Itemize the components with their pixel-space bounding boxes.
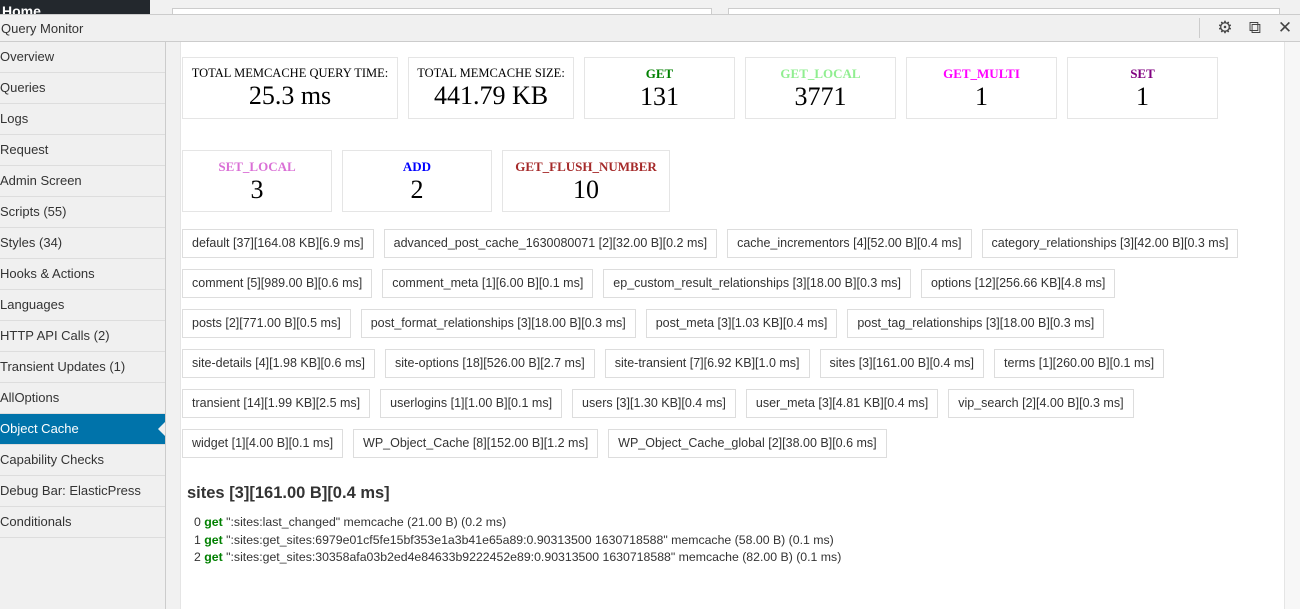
close-icon[interactable]: ✕ — [1270, 18, 1300, 38]
nav-item-debug-bar-elasticpress[interactable]: Debug Bar: ElasticPress — [0, 476, 165, 507]
detail-line: 1 get ":sites:get_sites:6979e01cf5fe15bf… — [182, 532, 1284, 550]
line-operation: get — [204, 532, 223, 547]
line-text: ":sites:last_changed" memcache (21.00 B)… — [226, 515, 507, 529]
cache-group-button[interactable]: WP_Object_Cache_global [2][38.00 B][0.6 … — [608, 429, 887, 458]
nav-item-conditionals[interactable]: Conditionals — [0, 507, 165, 538]
cache-group-button[interactable]: user_meta [3][4.81 KB][0.4 ms] — [745, 389, 939, 418]
line-index: 0 — [194, 515, 201, 529]
stat-box: Total Memcache Query Time: 25.3 ms — [182, 57, 398, 119]
detail-line: 0 get ":sites:last_changed" memcache (21… — [182, 514, 1284, 532]
line-index: 1 — [194, 532, 201, 547]
nav-item-overview[interactable]: Overview — [0, 42, 165, 73]
nav-item-queries[interactable]: Queries — [0, 73, 165, 104]
stat-value: 441.79 KB — [433, 81, 549, 110]
cache-group-button[interactable]: site-details [4][1.98 KB][0.6 ms] — [182, 349, 375, 378]
nav-item-logs[interactable]: Logs — [0, 104, 165, 135]
stat-box: SET 1 — [1067, 57, 1218, 119]
cache-group-button[interactable]: userlogins [1][1.00 B][0.1 ms] — [380, 389, 563, 418]
cache-group-button[interactable]: site-transient [7][6.92 KB][1.0 ms] — [604, 349, 810, 378]
stat-label: Total Memcache Query Time: — [191, 66, 389, 80]
cache-group-button[interactable]: post_tag_relationships [3][18.00 B][0.3 … — [847, 309, 1105, 338]
gear-icon[interactable]: ⚙ — [1210, 18, 1240, 38]
stat-label: SET — [1130, 66, 1155, 81]
stat-label: SET_LOCAL — [218, 159, 296, 174]
stat-value: 3771 — [794, 82, 847, 111]
panel-titlebar: Query Monitor ⚙ ⧉ ✕ — [0, 14, 1300, 42]
cache-group-button[interactable]: post_meta [3][1.03 KB][0.4 ms] — [645, 309, 838, 338]
nav-item-languages[interactable]: Languages — [0, 290, 165, 321]
cache-group-button[interactable]: widget [1][4.00 B][0.1 ms] — [182, 429, 344, 458]
nav-item-capability-checks[interactable]: Capability Checks — [0, 445, 165, 476]
line-operation: get — [204, 550, 223, 564]
stat-box: ADD 2 — [342, 150, 492, 212]
cache-group-button[interactable]: default [37][164.08 KB][6.9 ms] — [182, 229, 374, 258]
stat-value: 2 — [410, 175, 424, 204]
cache-group-button[interactable]: comment [5][989.00 B][0.6 ms] — [182, 269, 373, 298]
cache-group-button[interactable]: terms [1][260.00 B][0.1 ms] — [994, 349, 1165, 378]
nav-item-scripts-55[interactable]: Scripts (55) — [0, 197, 165, 228]
cache-group-button[interactable]: cache_incrementors [4][52.00 B][0.4 ms] — [727, 229, 972, 258]
cache-group-button[interactable]: comment_meta [1][6.00 B][0.1 ms] — [382, 269, 594, 298]
nav-item-hooks-actions[interactable]: Hooks & Actions — [0, 259, 165, 290]
nav-item-alloptions[interactable]: AllOptions — [0, 383, 165, 414]
stat-value: 1 — [1136, 82, 1149, 111]
cache-group-button[interactable]: sites [3][161.00 B][0.4 ms] — [819, 349, 985, 378]
stat-box: GET_MULTI 1 — [906, 57, 1057, 119]
popout-icon[interactable]: ⧉ — [1240, 18, 1270, 38]
cache-group-button[interactable]: advanced_post_cache_1630080071 [2][32.00… — [383, 229, 718, 258]
stat-label: GET_LOCAL — [780, 66, 861, 81]
detail-line: 2 get ":sites:get_sites:30358afa03b2ed4e… — [182, 549, 1284, 567]
stat-box: SET_LOCAL 3 — [182, 150, 332, 212]
stat-label: ADD — [402, 159, 432, 174]
stat-value: 3 — [250, 175, 264, 204]
nav-item-object-cache[interactable]: Object Cache — [0, 414, 165, 445]
line-text: ":sites:get_sites:30358afa03b2ed4e84633b… — [226, 550, 842, 564]
stats-row: SET_LOCAL 3 ADD 2 GET_FLUSH_NUMBER 10 — [182, 150, 1284, 212]
stat-label: GET_MULTI — [943, 66, 1020, 81]
line-text: ":sites:get_sites:6979e01cf5fe15bf353e1a… — [226, 532, 834, 547]
cache-group-button[interactable]: category_relationships [3][42.00 B][0.3 … — [981, 229, 1239, 258]
stat-label: GET_FLUSH_NUMBER — [515, 159, 657, 174]
stat-value: 25.3 ms — [248, 81, 332, 110]
cache-group-button[interactable]: site-options [18][526.00 B][2.7 ms] — [385, 349, 595, 378]
stats-row: Total Memcache Query Time: 25.3 ms Total M… — [182, 57, 1284, 119]
stat-box: GET 131 — [584, 57, 735, 119]
nav-item-request[interactable]: Request — [0, 135, 165, 166]
scrollbar[interactable] — [1284, 42, 1300, 609]
wp-admin-menu-home[interactable]: Home — [0, 0, 150, 14]
cache-group-button[interactable]: transient [14][1.99 KB][2.5 ms] — [182, 389, 371, 418]
panel-nav: Overview Queries Logs Request Admin Screen Sc… — [0, 42, 166, 609]
cache-group-button[interactable]: options [12][256.66 KB][4.8 ms] — [920, 269, 1116, 298]
nav-item-transient-updates-1[interactable]: Transient Updates (1) — [0, 352, 165, 383]
stat-box: Total Memcache Size: 441.79 KB — [408, 57, 574, 119]
cache-group-button[interactable]: WP_Object_Cache [8][152.00 B][1.2 ms] — [353, 429, 599, 458]
stat-box: GET_FLUSH_NUMBER 10 — [502, 150, 670, 212]
stat-value: 1 — [975, 82, 988, 111]
panel-title: Query Monitor — [1, 20, 84, 36]
stat-box: GET_LOCAL 3771 — [745, 57, 896, 119]
cache-group-button[interactable]: vip_search [2][4.00 B][0.3 ms] — [948, 389, 1134, 418]
cache-group-list: default [37][164.08 KB][6.9 ms] advanced_… — [182, 229, 1282, 458]
line-index: 2 — [194, 550, 201, 564]
cache-group-button[interactable]: post_format_relationships [3][18.00 B][0… — [360, 309, 636, 338]
stat-label: Total Memcache Size: — [417, 66, 565, 80]
cache-group-button[interactable]: ep_custom_result_relationships [3][18.00… — [603, 269, 911, 298]
detail-title: sites [3][161.00 B][0.4 ms] — [187, 484, 390, 502]
object-cache-panel: Total Memcache Query Time: 25.3 ms Total M… — [180, 42, 1284, 609]
stat-label: GET — [645, 66, 674, 81]
line-operation: get — [204, 515, 223, 529]
nav-item-admin-screen[interactable]: Admin Screen — [0, 166, 165, 197]
divider — [1199, 18, 1200, 38]
stat-value: 10 — [573, 175, 599, 204]
cache-group-button[interactable]: posts [2][771.00 B][0.5 ms] — [182, 309, 351, 338]
detail-lines: 0 get ":sites:last_changed" memcache (21… — [182, 514, 1284, 567]
cache-group-button[interactable]: users [3][1.30 KB][0.4 ms] — [572, 389, 736, 418]
stat-value: 131 — [640, 82, 679, 111]
nav-item-http-api-calls-2[interactable]: HTTP API Calls (2) — [0, 321, 165, 352]
nav-item-styles-34[interactable]: Styles (34) — [0, 228, 165, 259]
